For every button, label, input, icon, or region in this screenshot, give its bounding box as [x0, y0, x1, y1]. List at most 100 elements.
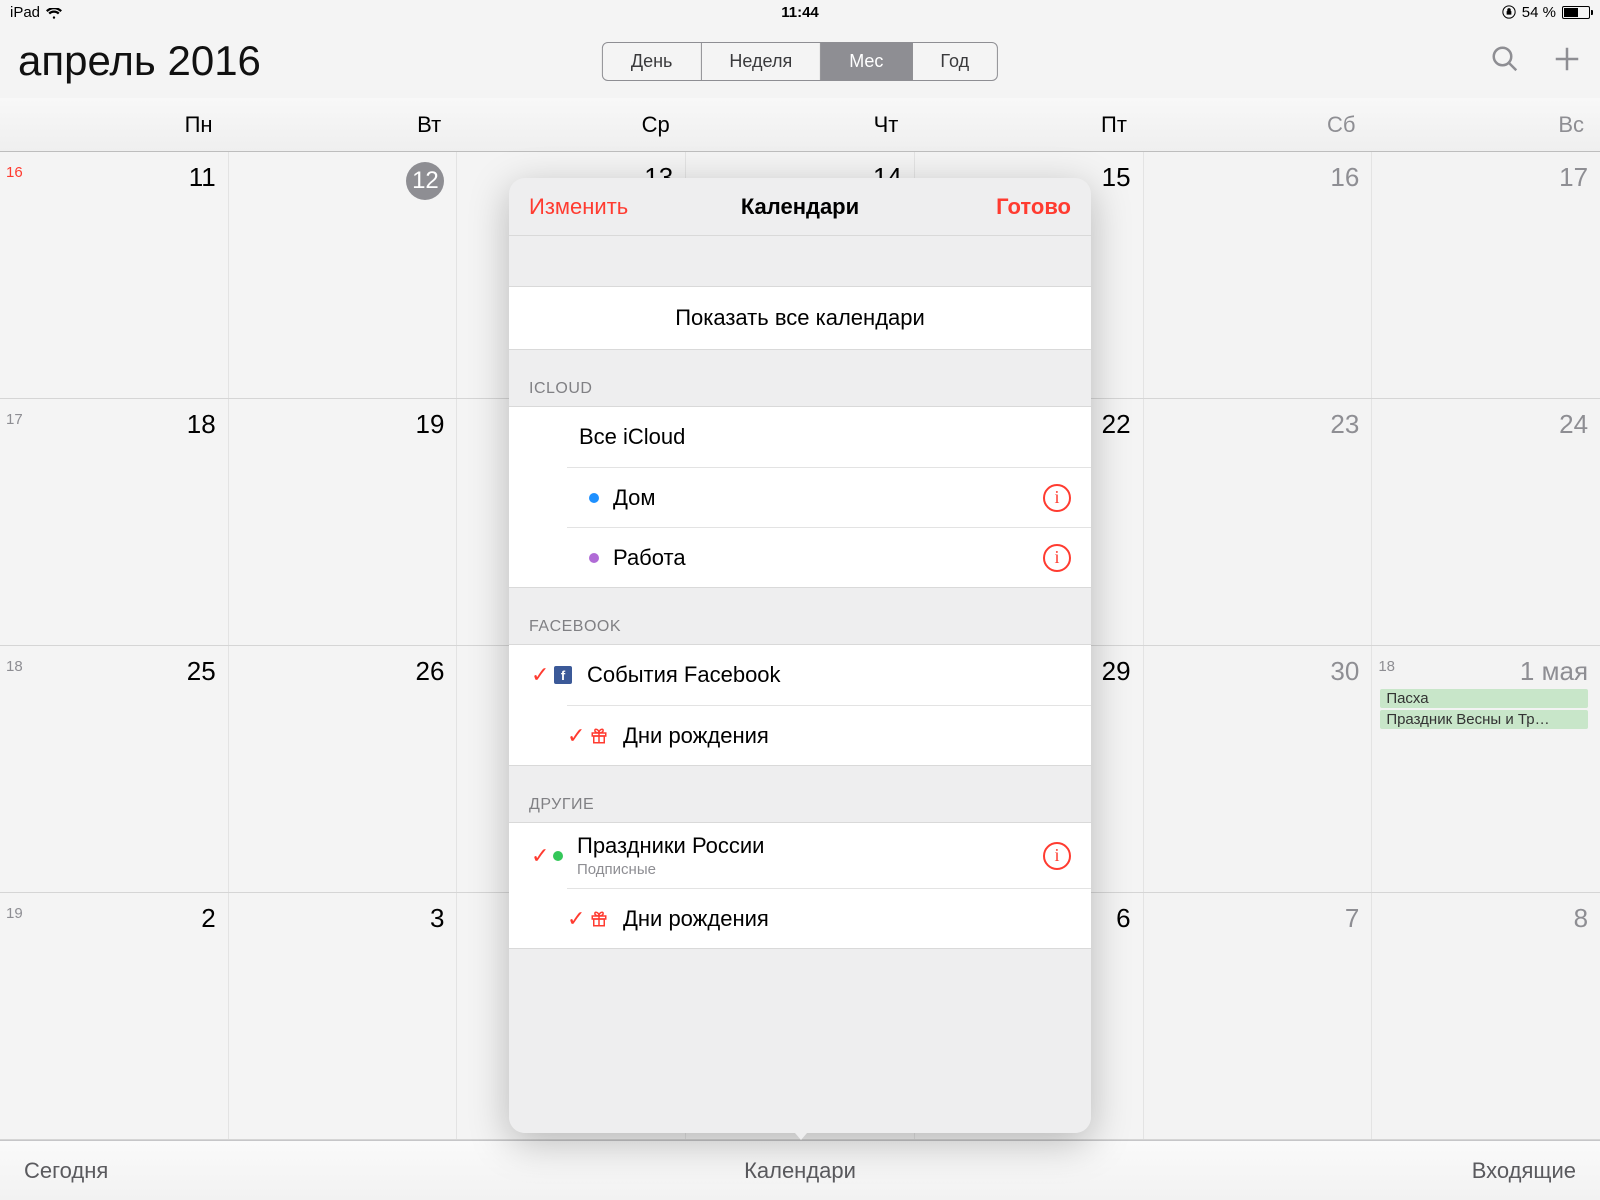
- calendar-item[interactable]: ✓ Дни рождения: [567, 888, 1091, 948]
- calendar-header: апрель 2016 День Неделя Мес Год: [0, 24, 1600, 98]
- show-all-calendars[interactable]: Показать все календари: [509, 286, 1091, 350]
- day-number: 16: [1152, 162, 1360, 193]
- day-cell[interactable]: 7: [1144, 893, 1373, 1139]
- week-number: 18: [6, 658, 23, 675]
- popover-header: Изменить Календари Готово: [509, 178, 1091, 236]
- status-bar: iPad 11:44 54 %: [0, 0, 1600, 24]
- day-cell[interactable]: 8: [1372, 893, 1600, 1139]
- day-cell[interactable]: 12: [229, 152, 458, 398]
- battery-icon: [1562, 6, 1590, 19]
- calendar-item[interactable]: Домi: [567, 467, 1091, 527]
- calendar-item[interactable]: Работаi: [567, 527, 1091, 587]
- day-number: 30: [1152, 656, 1360, 687]
- day-cell[interactable]: 1825: [0, 646, 229, 892]
- add-icon[interactable]: [1552, 44, 1582, 79]
- day-number: 3: [237, 903, 445, 934]
- week-number: 16: [6, 164, 23, 181]
- checkmark-icon: ✓: [531, 662, 553, 688]
- calendar-item[interactable]: Все iCloud: [509, 407, 1091, 467]
- event-chip[interactable]: Праздник Весны и Тр…: [1380, 710, 1588, 729]
- week-number: 17: [6, 411, 23, 428]
- gift-icon: [589, 727, 609, 745]
- day-number: 19: [237, 409, 445, 440]
- calendars-popover: Изменить Календари Готово Показать все к…: [509, 178, 1091, 1133]
- today-badge: 12: [406, 162, 444, 200]
- checkmark-icon: ✓: [567, 723, 589, 749]
- bottom-toolbar: Сегодня Календари Входящие: [0, 1140, 1600, 1200]
- info-icon[interactable]: i: [1043, 484, 1071, 512]
- calendar-sublabel: Подписные: [577, 861, 1043, 878]
- segment-week[interactable]: Неделя: [701, 43, 821, 80]
- calendars-button[interactable]: Календари: [744, 1158, 856, 1184]
- orientation-lock-icon: [1502, 5, 1516, 19]
- carrier-label: iPad: [10, 4, 40, 21]
- day-cell[interactable]: 24: [1372, 399, 1600, 645]
- inbox-button[interactable]: Входящие: [1472, 1158, 1576, 1184]
- day-cell[interactable]: 23: [1144, 399, 1373, 645]
- calendar-item[interactable]: ✓fСобытия Facebook: [509, 645, 1091, 705]
- day-number: 7: [1152, 903, 1360, 934]
- day-cell[interactable]: 30: [1144, 646, 1373, 892]
- popover-title: Календари: [741, 194, 859, 220]
- weekday-sun: Вс: [1371, 98, 1600, 151]
- section-header: ICLOUD: [509, 350, 1091, 406]
- view-segmented-control: День Неделя Мес Год: [602, 42, 998, 81]
- today-button[interactable]: Сегодня: [24, 1158, 108, 1184]
- event-chip[interactable]: Пасха: [1380, 689, 1588, 708]
- day-number: 18: [8, 409, 216, 440]
- checkmark-icon: ✓: [567, 906, 589, 932]
- day-cell[interactable]: 181 мая Пасха Праздник Весны и Тр…: [1372, 646, 1600, 892]
- day-number: 17: [1380, 162, 1588, 193]
- day-cell[interactable]: 17: [1372, 152, 1600, 398]
- day-number: 8: [1380, 903, 1588, 934]
- segment-year[interactable]: Год: [912, 43, 997, 80]
- day-number: 11: [8, 162, 216, 193]
- section-header: FACEBOOK: [509, 588, 1091, 644]
- day-cell[interactable]: 192: [0, 893, 229, 1139]
- wifi-icon: [46, 6, 62, 18]
- calendar-list: ✓fСобытия Facebook✓Дни рождения: [509, 644, 1091, 766]
- edit-button[interactable]: Изменить: [529, 194, 628, 220]
- day-number: 26: [237, 656, 445, 687]
- info-icon[interactable]: i: [1043, 544, 1071, 572]
- segment-month[interactable]: Мес: [821, 43, 912, 80]
- weekday-tue: Вт: [229, 98, 458, 151]
- gift-icon: [589, 910, 609, 928]
- day-cell[interactable]: 16: [1144, 152, 1373, 398]
- day-number: 23: [1152, 409, 1360, 440]
- calendar-label: Дни рождения: [623, 906, 1071, 932]
- day-number: 25: [8, 656, 216, 687]
- day-cell[interactable]: 1718: [0, 399, 229, 645]
- search-icon[interactable]: [1490, 44, 1520, 79]
- done-button[interactable]: Готово: [996, 194, 1071, 220]
- weekday-mon: Пн: [0, 98, 229, 151]
- day-number: 1 мая: [1380, 656, 1588, 687]
- calendar-label: Дни рождения: [623, 723, 1071, 749]
- facebook-icon: f: [553, 666, 573, 684]
- segment-day[interactable]: День: [603, 43, 702, 80]
- calendar-label: Дом: [613, 485, 1043, 511]
- calendar-item[interactable]: ✓ Праздники России Подписныеi: [509, 823, 1091, 888]
- calendar-color-dot: [553, 851, 563, 861]
- day-cell[interactable]: 26: [229, 646, 458, 892]
- day-cell[interactable]: 19: [229, 399, 458, 645]
- info-icon[interactable]: i: [1043, 842, 1071, 870]
- calendar-label: Праздники России: [577, 833, 1043, 859]
- calendar-color-dot: [589, 553, 599, 563]
- weekday-fri: Пт: [914, 98, 1143, 151]
- weekday-sat: Сб: [1143, 98, 1372, 151]
- weekday-wed: Ср: [457, 98, 686, 151]
- calendar-label: Все iCloud: [579, 424, 1071, 450]
- week-number: 19: [6, 905, 23, 922]
- day-cell[interactable]: 1611: [0, 152, 229, 398]
- calendar-item[interactable]: ✓ Дни рождения: [567, 705, 1091, 765]
- day-number: 2: [8, 903, 216, 934]
- weekday-header: Пн Вт Ср Чт Пт Сб Вс: [0, 98, 1600, 152]
- popover-content[interactable]: Показать все календариICLOUD Все iCloud До…: [509, 236, 1091, 1133]
- weekday-thu: Чт: [686, 98, 915, 151]
- day-cell[interactable]: 3: [229, 893, 458, 1139]
- calendar-label: Работа: [613, 545, 1043, 571]
- week-number: 18: [1378, 658, 1395, 675]
- checkmark-icon: ✓: [531, 843, 553, 869]
- month-title: апрель 2016: [18, 37, 261, 85]
